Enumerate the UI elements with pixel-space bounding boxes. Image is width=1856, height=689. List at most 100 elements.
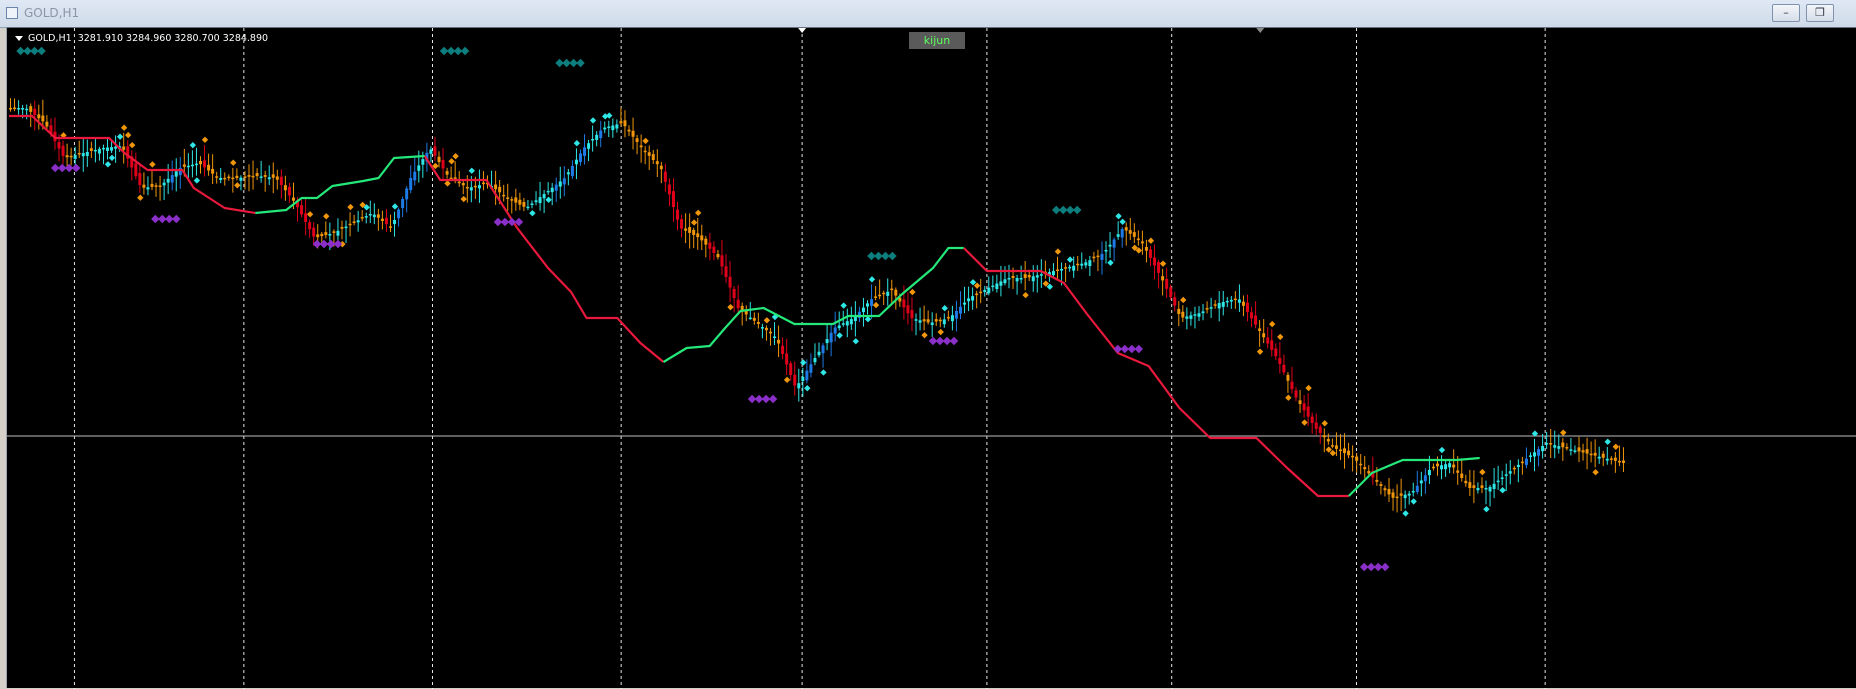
- candle-body: [1112, 239, 1116, 248]
- kijun-indicator-button[interactable]: kijun: [909, 32, 965, 49]
- swing-point-marker: [941, 305, 948, 312]
- swing-point-marker: [872, 301, 880, 309]
- swing-point-marker: [694, 209, 702, 217]
- candle-body: [1444, 464, 1448, 470]
- candle-body: [231, 177, 235, 180]
- candle-body: [413, 171, 417, 181]
- candle-body: [1464, 480, 1468, 484]
- candle-body: [1290, 381, 1294, 390]
- candle-body: [1528, 455, 1532, 457]
- collapse-triangle-icon[interactable]: [15, 36, 23, 41]
- swing-point-marker: [104, 161, 112, 168]
- candle-body: [1314, 422, 1318, 429]
- candle-body: [203, 160, 207, 168]
- candle-body: [663, 171, 667, 182]
- candle-body: [1460, 473, 1464, 478]
- swing-point-marker: [116, 133, 124, 140]
- candle-body: [29, 106, 33, 112]
- candle-body: [1407, 493, 1411, 496]
- candle-body: [1367, 471, 1371, 474]
- candle-body: [1399, 493, 1403, 496]
- candle-body: [954, 311, 958, 319]
- candle-body: [114, 146, 118, 149]
- top-signal-diamond: [1072, 205, 1082, 215]
- swing-point-marker: [444, 180, 451, 187]
- candle-body: [607, 126, 611, 129]
- price-chart[interactable]: GOLD,H1 3281.910 3284.960 3280.700 3284.…: [6, 27, 1856, 689]
- candle-body: [647, 152, 651, 156]
- candle-body: [384, 217, 388, 225]
- candle-body: [1589, 453, 1593, 456]
- candle-body: [1533, 452, 1537, 457]
- candle-body: [158, 185, 162, 187]
- candle-body: [259, 176, 263, 178]
- candle-body: [190, 164, 194, 167]
- candle-body: [866, 303, 870, 307]
- swing-point-marker: [545, 196, 552, 203]
- candle-body: [914, 319, 918, 321]
- candle-body: [813, 358, 817, 363]
- candle-body: [1161, 276, 1165, 281]
- candle-body: [756, 321, 760, 324]
- candle-body: [526, 206, 530, 209]
- window-titlebar: GOLD,H1 – ❐: [0, 0, 1856, 28]
- candle-body: [1476, 488, 1480, 491]
- swing-point-marker: [1560, 429, 1567, 436]
- swing-point-marker: [800, 359, 807, 366]
- candle-body: [554, 184, 558, 191]
- candle-body: [1209, 307, 1213, 309]
- candle-body: [344, 226, 348, 229]
- bottom-signal-diamond: [71, 163, 81, 173]
- candle-body: [1128, 230, 1132, 234]
- candle-body: [481, 182, 485, 185]
- swing-point-marker: [1438, 446, 1446, 454]
- swing-point-marker: [606, 112, 613, 119]
- candle-body: [300, 205, 304, 215]
- candle-body: [429, 149, 433, 154]
- restore-icon[interactable]: ❐: [1806, 4, 1834, 22]
- candle-body: [1233, 298, 1237, 301]
- candle-body: [1108, 244, 1112, 247]
- candle-body: [967, 298, 971, 302]
- candle-body: [332, 231, 336, 233]
- swing-point-marker: [193, 177, 201, 184]
- candle-body: [1157, 262, 1161, 273]
- candle-body: [255, 173, 259, 177]
- candle-body: [558, 181, 562, 187]
- candle-body: [946, 316, 950, 319]
- candle-body: [764, 327, 768, 331]
- candle-body: [583, 147, 587, 156]
- candle-body: [239, 177, 243, 181]
- kijun-line-bull: [1348, 456, 1480, 497]
- candle-body: [1577, 447, 1581, 452]
- swing-point-marker: [234, 182, 241, 189]
- candle-body: [1088, 260, 1092, 267]
- candle-body: [1039, 274, 1043, 276]
- candle-body: [1064, 267, 1068, 269]
- candle-body: [1322, 435, 1326, 438]
- candle-body: [623, 120, 627, 127]
- candle-body: [599, 130, 603, 139]
- candle-body: [1468, 482, 1472, 488]
- candle-body: [1355, 456, 1359, 461]
- swing-point-marker: [1066, 256, 1074, 263]
- candle-body: [724, 266, 728, 277]
- candle-body: [1023, 274, 1027, 278]
- swing-point-marker: [840, 302, 847, 309]
- candle-body: [1621, 460, 1625, 463]
- candle-body: [405, 188, 409, 200]
- minimize-icon[interactable]: –: [1772, 4, 1800, 22]
- swing-point-marker: [120, 124, 128, 131]
- candle-body: [1140, 241, 1144, 244]
- candle-body: [1197, 313, 1201, 317]
- candle-body: [861, 307, 865, 313]
- candle-body: [651, 154, 655, 160]
- candle-body: [1549, 443, 1553, 445]
- candle-body: [393, 220, 397, 225]
- swing-point-marker: [1604, 438, 1611, 445]
- candle-body: [1056, 269, 1060, 272]
- candle-body: [1605, 458, 1609, 461]
- candle-body: [1217, 303, 1221, 309]
- candle-body: [627, 129, 631, 132]
- candle-body: [13, 107, 17, 110]
